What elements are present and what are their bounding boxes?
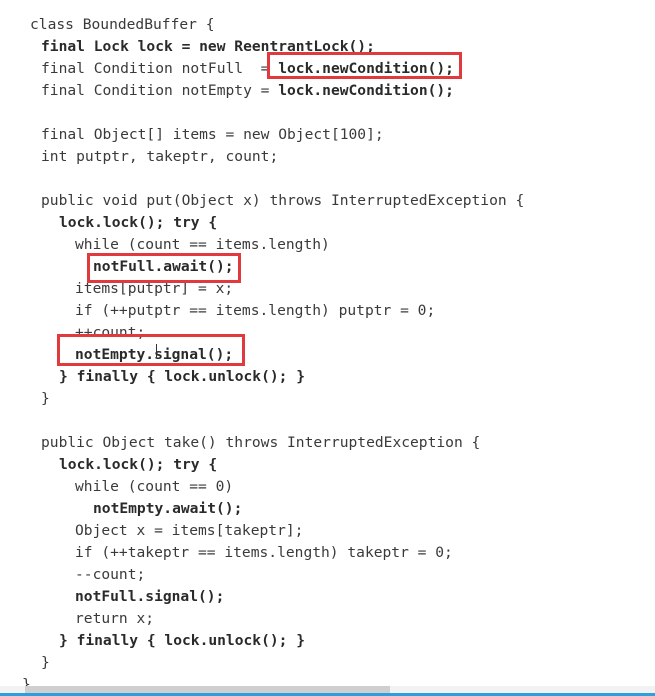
code-token: lock.newCondition(); — [278, 82, 454, 99]
code-token: } — [41, 390, 50, 407]
code-line: int putptr, takeptr, count; — [41, 146, 278, 168]
code-line: lock.lock(); try { — [59, 212, 217, 234]
code-line: notEmpty.await(); — [93, 498, 242, 520]
code-line: } — [41, 388, 50, 410]
code-token: return x; — [75, 610, 155, 627]
highlight-box-notfull-await — [87, 253, 241, 283]
code-token: lock.lock(); try { — [59, 214, 218, 231]
code-line: } finally { lock.unlock(); } — [59, 630, 305, 652]
code-token: public Object take() throws InterruptedE… — [41, 434, 481, 451]
code-token: final Condition notFull = — [41, 60, 279, 77]
code-line: lock.lock(); try { — [59, 454, 217, 476]
code-token: final Object[] items = new Object[100]; — [41, 126, 384, 143]
code-line: if (++takeptr == items.length) takeptr =… — [75, 542, 453, 564]
highlight-box-notempty-signal — [57, 334, 245, 366]
code-token: notFull.signal(); — [75, 588, 225, 605]
code-token: Object x = items[takeptr]; — [75, 522, 304, 539]
code-line: final Object[] items = new Object[100]; — [41, 124, 384, 146]
code-token: while (count == items.length) — [75, 236, 330, 253]
code-token: while (count == 0) — [75, 478, 234, 495]
code-token: class BoundedBuffer { — [30, 16, 215, 33]
code-token: if (++putptr == items.length) putptr = 0… — [75, 302, 436, 319]
code-line: final Condition notEmpty = lock.newCondi… — [41, 80, 454, 102]
code-token: public void put(Object x) throws Interru… — [41, 192, 525, 209]
code-token: notEmpty.await(); — [93, 500, 243, 517]
code-line: } — [41, 652, 50, 674]
text-cursor-icon — [156, 344, 157, 358]
code-line: public Object take() throws InterruptedE… — [41, 432, 480, 454]
code-token: int putptr, takeptr, count; — [41, 148, 279, 165]
code-line: public void put(Object x) throws Interru… — [41, 190, 524, 212]
code-line: } finally { lock.unlock(); } — [59, 366, 305, 388]
code-token: } finally { lock.unlock(); } — [59, 632, 306, 649]
code-token: final Condition notEmpty = — [41, 82, 279, 99]
code-token: } — [41, 654, 50, 671]
code-token: if (++takeptr == items.length) takeptr =… — [75, 544, 453, 561]
code-line: class BoundedBuffer { — [30, 14, 215, 36]
highlight-box-newcondition — [267, 52, 462, 79]
code-token: --count; — [75, 566, 146, 583]
code-line: return x; — [75, 608, 154, 630]
code-line: notFull.signal(); — [75, 586, 224, 608]
code-token: } finally { lock.unlock(); } — [59, 368, 306, 385]
code-token: lock.lock(); try { — [59, 456, 218, 473]
code-line: --count; — [75, 564, 145, 586]
code-line: while (count == 0) — [75, 476, 233, 498]
code-line: Object x = items[takeptr]; — [75, 520, 303, 542]
code-line: if (++putptr == items.length) putptr = 0… — [75, 300, 435, 322]
